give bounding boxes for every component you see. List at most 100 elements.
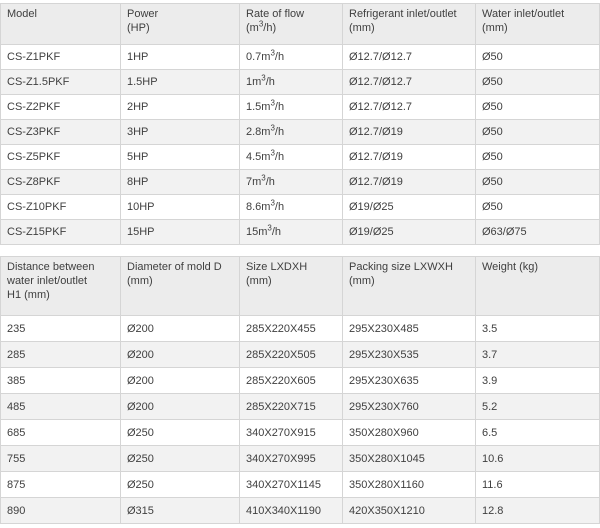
table-row: CS-Z1.5PKF 1.5HP 1m3/h Ø12.7/Ø12.7 Ø50	[0, 69, 600, 95]
header-cell: Diameter of mold D (mm)	[120, 256, 240, 316]
table-cell: Ø12.7/Ø19	[342, 144, 476, 170]
header-cell-text: (mm)	[349, 275, 375, 287]
table-cell: 15HP	[120, 219, 240, 245]
table-cell: 12.8	[475, 497, 600, 524]
table-cell: CS-Z15PKF	[0, 219, 121, 245]
table-cell: Ø200	[120, 367, 240, 394]
table-cell: Ø250	[120, 445, 240, 472]
spec-sheet: Model Power (HP) Rate of flow (m3/h) Refriger…	[0, 0, 600, 528]
table-cell: 1.5HP	[120, 69, 240, 95]
table-cell: CS-Z1PKF	[0, 44, 121, 70]
table-cell: 15m3/h	[239, 219, 343, 245]
table-cell: 350X280X1045	[342, 445, 476, 472]
table-cell: 875	[0, 471, 121, 498]
table-cell: Ø12.7/Ø19	[342, 169, 476, 195]
table-cell: 350X280X960	[342, 419, 476, 446]
table-cell: 11.6	[475, 471, 600, 498]
table-cell: 350X280X1160	[342, 471, 476, 498]
superscript-three: 3	[267, 223, 272, 233]
table-row: CS-Z8PKF 8HP 7m3/h Ø12.7/Ø19 Ø50	[0, 169, 600, 195]
table-cell: 10HP	[120, 194, 240, 220]
table-cell: 5HP	[120, 144, 240, 170]
table-cell: 295X230X635	[342, 367, 476, 394]
header-cell: Model	[0, 3, 121, 45]
superscript-three: 3	[261, 173, 266, 183]
table-cell: 285X220X715	[239, 393, 343, 420]
table-cell: Ø50	[475, 69, 600, 95]
header-cell-text: (mm)	[127, 275, 153, 287]
header-cell-text: Diameter of mold D	[127, 261, 222, 273]
table-cell: Ø19/Ø25	[342, 194, 476, 220]
header-cell-text: (mm)	[482, 22, 508, 34]
table-cell: 7m3/h	[239, 169, 343, 195]
header-cell-text: water inlet/outlet	[7, 275, 88, 287]
header-cell: Distance between water inlet/outlet H1 (mm…	[0, 256, 121, 316]
table-cell: Ø200	[120, 341, 240, 368]
table-cell: Ø12.7/Ø12.7	[342, 94, 476, 120]
table-cell: Ø200	[120, 315, 240, 342]
header-cell-text: (mm)	[246, 275, 272, 287]
model-spec-table-body: Model Power (HP) Rate of flow (m3/h) Refriger…	[0, 3, 600, 245]
table-header-row: Distance between water inlet/outlet H1 (mm…	[0, 256, 600, 316]
table-cell: 295X230X535	[342, 341, 476, 368]
header-cell: Rate of flow (m3/h)	[239, 3, 343, 45]
table-cell: 385	[0, 367, 121, 394]
table-cell: 485	[0, 393, 121, 420]
table-cell: Ø50	[475, 119, 600, 145]
table-cell: 285X220X605	[239, 367, 343, 394]
table-cell: Ø50	[475, 44, 600, 70]
table-cell: CS-Z5PKF	[0, 144, 121, 170]
table-cell: CS-Z1.5PKF	[0, 69, 121, 95]
header-cell: Power (HP)	[120, 3, 240, 45]
table-cell: 1.5m3/h	[239, 94, 343, 120]
table-row: 890 Ø315 410X340X1190 420X350X1210 12.8	[0, 497, 600, 524]
table-cell: Ø250	[120, 419, 240, 446]
table-cell: 295X230X760	[342, 393, 476, 420]
table-cell: Ø200	[120, 393, 240, 420]
header-cell-text: (m3/h)	[246, 19, 277, 34]
table-cell: 2HP	[120, 94, 240, 120]
table-row: 235 Ø200 285X220X455 295X230X485 3.5	[0, 315, 600, 342]
table-cell: Ø12.7/Ø12.7	[342, 69, 476, 95]
table-cell: 3.5	[475, 315, 600, 342]
table-row: 385 Ø200 285X220X605 295X230X635 3.9	[0, 367, 600, 394]
table-row: CS-Z2PKF 2HP 1.5m3/h Ø12.7/Ø12.7 Ø50	[0, 94, 600, 120]
table-cell: 285	[0, 341, 121, 368]
superscript-three: 3	[261, 73, 266, 83]
table-row: CS-Z3PKF 3HP 2.8m3/h Ø12.7/Ø19 Ø50	[0, 119, 600, 145]
table-cell: 0.7m3/h	[239, 44, 343, 70]
header-cell-text: Weight (kg)	[482, 261, 539, 273]
table-cell: Ø19/Ø25	[342, 219, 476, 245]
table-cell: 3.9	[475, 367, 600, 394]
header-cell-text: Refrigerant inlet/outlet	[349, 8, 457, 20]
table-row: 685 Ø250 340X270X915 350X280X960 6.5	[0, 419, 600, 446]
superscript-three: 3	[270, 123, 275, 133]
table-cell: 340X270X915	[239, 419, 343, 446]
header-cell: Packing size LXWXH (mm)	[342, 256, 476, 316]
table-cell: 235	[0, 315, 121, 342]
table-cell: 4.5m3/h	[239, 144, 343, 170]
table-row: 755 Ø250 340X270X995 350X280X1045 10.6	[0, 445, 600, 472]
superscript-three: 3	[270, 198, 275, 208]
table-cell: 8HP	[120, 169, 240, 195]
table-row: 485 Ø200 285X220X715 295X230X760 5.2	[0, 393, 600, 420]
table-row: 285 Ø200 285X220X505 295X230X535 3.7	[0, 341, 600, 368]
table-cell: 2.8m3/h	[239, 119, 343, 145]
table-cell: 10.6	[475, 445, 600, 472]
table-cell: CS-Z8PKF	[0, 169, 121, 195]
table-cell: CS-Z10PKF	[0, 194, 121, 220]
table-row: CS-Z1PKF 1HP 0.7m3/h Ø12.7/Ø12.7 Ø50	[0, 44, 600, 70]
table-cell: 1m3/h	[239, 69, 343, 95]
table-cell: Ø12.7/Ø12.7	[342, 44, 476, 70]
table-cell: 755	[0, 445, 121, 472]
header-cell-text: Power	[127, 8, 159, 20]
table-cell: 410X340X1190	[239, 497, 343, 524]
table-cell: 3.7	[475, 341, 600, 368]
table-cell: 8.6m3/h	[239, 194, 343, 220]
table-header-row: Model Power (HP) Rate of flow (m3/h) Refriger…	[0, 3, 600, 45]
table-cell: 5.2	[475, 393, 600, 420]
table-cell: CS-Z3PKF	[0, 119, 121, 145]
table-cell: 285X220X505	[239, 341, 343, 368]
superscript-three: 3	[258, 19, 264, 29]
table-cell: Ø50	[475, 194, 600, 220]
